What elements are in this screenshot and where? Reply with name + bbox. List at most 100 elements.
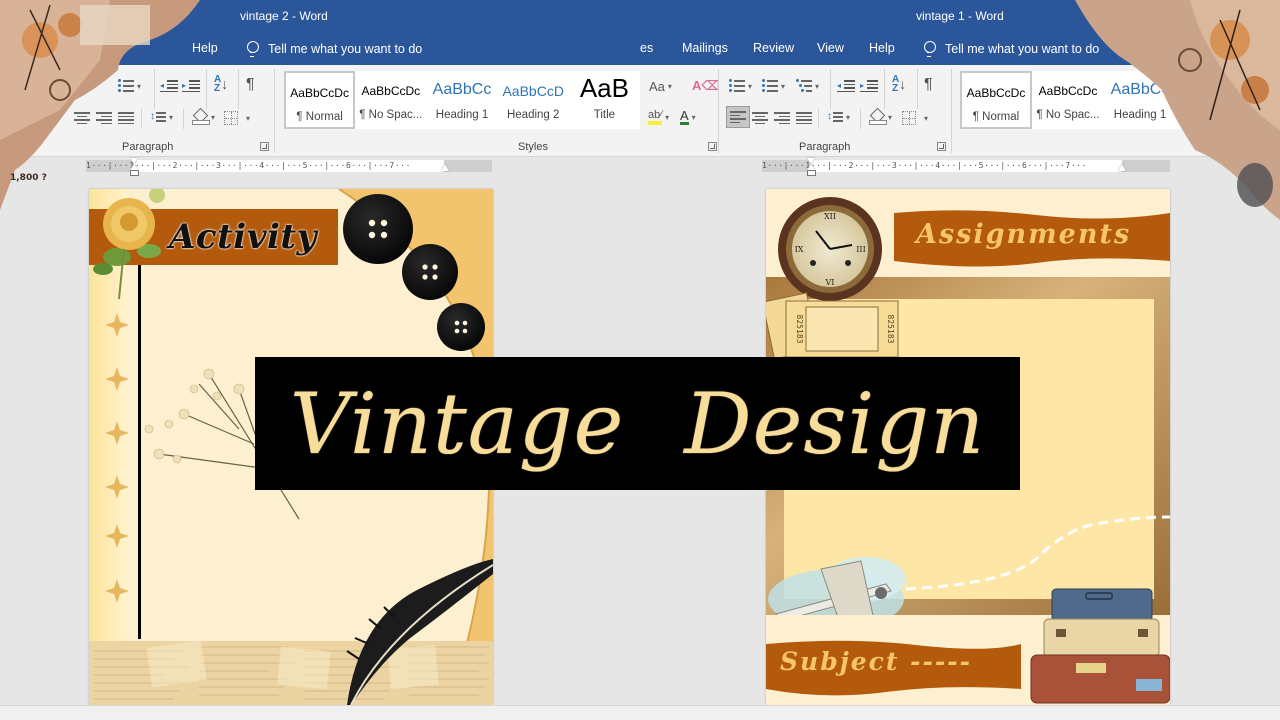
tab-view[interactable]: View (817, 41, 844, 55)
borders-icon (224, 111, 238, 125)
style-sample: AaBbCcD (502, 83, 564, 99)
style-name: ¶ Normal (296, 111, 343, 123)
svg-text:IX: IX (795, 245, 804, 254)
align-center-button[interactable] (752, 109, 768, 127)
style-sample: AaB (579, 73, 629, 103)
activity-heading: Activity (169, 217, 317, 257)
style-sample: AaBbCc (432, 81, 492, 98)
right-indent-marker[interactable] (441, 164, 449, 171)
numbering-button[interactable]: ▾ (762, 77, 785, 95)
tab-review[interactable]: Review (753, 41, 794, 55)
eraser-icon: A⌫ (692, 78, 720, 93)
style-sample: AaBbCcDc (966, 86, 1026, 100)
paragraph-dialog-launcher[interactable] (260, 142, 269, 151)
increase-indent-icon: ▸ (860, 80, 878, 92)
ruler-right-margin (444, 160, 492, 172)
change-case-label: Aa (649, 78, 665, 94)
group-label-paragraph: Paragraph (799, 141, 851, 153)
separator (818, 109, 819, 129)
tab-mailings[interactable]: Mailings (682, 41, 728, 55)
style-name: Heading 1 (435, 109, 489, 121)
borders-button[interactable]: ▾ (224, 109, 250, 127)
sort-button[interactable]: A Z ↓ (214, 75, 228, 94)
borders-icon (902, 111, 916, 125)
subject-label: Subject ----- (780, 647, 973, 676)
sort-button[interactable]: A Z ↓ (892, 74, 906, 94)
font-color-button[interactable]: A ▾ (680, 108, 696, 126)
font-color-icon: A (680, 108, 689, 125)
ticket-number-right: 825183 (886, 315, 895, 344)
align-center-icon (752, 112, 768, 124)
separator (917, 69, 918, 109)
style-sample: AaBbCcDc (361, 84, 421, 98)
styles-gallery: AaBbCcDc ¶ Normal AaBbCcDc ¶ No Spac... … (284, 71, 640, 129)
show-formatting-button[interactable]: ¶ (246, 76, 255, 94)
status-bar-edge (0, 705, 1280, 720)
window-title: vintage 1 - Word (916, 9, 1004, 23)
align-left-button[interactable] (726, 106, 750, 128)
align-right-icon (774, 112, 790, 124)
align-left-icon (730, 111, 746, 123)
lightbulb-icon (246, 41, 259, 57)
style-heading-1[interactable]: AaBbCc Heading 1 (426, 71, 497, 129)
svg-text:VI: VI (825, 278, 835, 287)
title-overlay-banner: Vintage Design (255, 357, 1020, 490)
increase-indent-button[interactable]: ▸ (860, 77, 878, 95)
svg-text:III: III (856, 245, 865, 254)
style-name: ¶ Normal (972, 111, 1020, 123)
line-spacing-icon: ↕ (827, 110, 843, 124)
paint-bucket-icon (869, 109, 887, 125)
group-label-styles: Styles (518, 141, 548, 153)
ticket-number-left: 825183 (795, 315, 804, 344)
title-overlay-text: Vintage Design (255, 357, 1020, 490)
svg-text:1,800 ?: 1,800 ? (10, 173, 47, 183)
thumbnail-stage: vintage 2 - Word Help Tell me what you w… (0, 0, 1280, 720)
style-title[interactable]: AaB Title (569, 71, 640, 129)
collage-corner-top-left: 1,800 ? (0, 0, 200, 210)
separator (206, 69, 207, 109)
decrease-indent-button[interactable]: ◂ (837, 77, 855, 95)
multilevel-list-button[interactable]: ▾ (796, 77, 819, 95)
pilcrow-icon: ¶ (924, 76, 933, 93)
font-dialog-launcher[interactable] (708, 142, 717, 151)
lightbulb-icon (923, 41, 936, 57)
style-normal[interactable]: AaBbCcDc ¶ Normal (960, 71, 1032, 129)
bullets-button[interactable]: ▾ (729, 77, 752, 95)
text-highlight-button[interactable]: ab⁄ ▾ (648, 108, 669, 126)
style-normal[interactable]: AaBbCcDc ¶ Normal (284, 71, 356, 129)
justify-button[interactable] (796, 109, 812, 127)
show-formatting-button[interactable]: ¶ (924, 76, 933, 94)
separator (860, 109, 861, 129)
separator (951, 69, 952, 153)
line-spacing-button[interactable]: ↕ ▾ (827, 108, 850, 126)
clear-formatting-button[interactable]: A⌫ (692, 77, 720, 95)
window-title: vintage 2 - Word (240, 9, 328, 23)
separator (274, 69, 275, 153)
tab-references[interactable]: es (640, 41, 653, 55)
separator (830, 69, 831, 109)
suitcases-icon (1030, 588, 1170, 704)
tab-help[interactable]: Help (869, 41, 895, 55)
paragraph-dialog-launcher[interactable] (937, 142, 946, 151)
align-right-button[interactable] (774, 109, 790, 127)
borders-button[interactable]: ▾ (902, 109, 928, 127)
sort-az-icon: AZ (892, 74, 900, 94)
decrease-indent-icon: ◂ (837, 80, 855, 92)
shading-button[interactable]: ▾ (869, 108, 892, 126)
ticket-icons: 825183 825183 (766, 292, 899, 360)
justify-icon (796, 112, 812, 124)
multilevel-list-icon (796, 79, 812, 93)
style-no-spacing[interactable]: AaBbCcDc ¶ No Spac... (355, 71, 426, 129)
change-case-button[interactable]: Aa ▾ (649, 77, 672, 95)
style-heading-2[interactable]: AaBbCcD Heading 2 (498, 71, 569, 129)
title-word-design: Design (684, 374, 986, 473)
svg-text:XII: XII (824, 212, 836, 221)
clock-icon: XII III VI IX (778, 197, 882, 301)
highlighter-icon: ab⁄ (648, 109, 663, 125)
style-name: ¶ No Spac... (359, 109, 423, 121)
left-indent-marker[interactable] (807, 170, 816, 176)
style-name: Title (593, 109, 616, 121)
numbering-icon (762, 79, 778, 93)
bullets-icon (729, 79, 745, 93)
tell-me-search[interactable]: Tell me what you want to do (246, 41, 422, 57)
